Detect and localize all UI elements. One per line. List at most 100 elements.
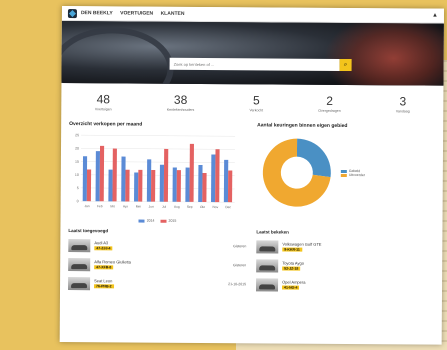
bar-2014-Aug — [172, 167, 177, 202]
bar-2014-Jan — [82, 156, 88, 202]
stats-row: 48 Voertuigen 38 Kentekenhouders 5 Verko… — [61, 83, 443, 118]
search-bar: ⌕ — [169, 57, 352, 72]
list-item[interactable]: Seat Leon 76-PHB-2 21-10-2015 — [68, 275, 246, 292]
x-tick-label: Nov — [213, 205, 219, 209]
bar-chart-panel: Overzicht verkopen per maand 0 5 10 15 20 25 J… — [68, 121, 247, 223]
x-tick-label: Mrt — [110, 204, 115, 208]
stat-label: Overgedragen — [318, 108, 341, 113]
car-name: Toyota Aygo — [282, 260, 304, 266]
stat-label: Verkocht — [249, 108, 264, 113]
pie-legend-item: Uitvoerder — [340, 173, 365, 177]
stat-label: Vandaag — [395, 109, 410, 114]
item-date: 21-10-2015 — [228, 282, 247, 287]
list-item[interactable]: Alfa Romeo Giulietta 47-XFB-8 Gisteren — [68, 256, 246, 273]
y-tick-label: 5 — [77, 186, 79, 190]
list-title: Laatst bekeken — [256, 229, 289, 235]
car-name: Audi A3 — [94, 240, 109, 246]
stat-verkocht: 5 Verkocht — [249, 93, 264, 113]
nav-item-klanten[interactable]: KLANTEN — [161, 11, 185, 17]
list-item[interactable]: Toyota Aygo 52-JZ-18 — [256, 257, 434, 274]
stat-overgedragen: 2 Overgedragen — [318, 94, 341, 113]
bar-2015-Dec — [227, 170, 233, 203]
bar-2015-Mei — [138, 169, 143, 202]
car-thumbnail — [256, 258, 279, 273]
x-tick-label: Aug — [174, 205, 180, 209]
recent-viewed-list: Laatst bekeken Volkswagen Golf GTE 9-KKR-… — [256, 229, 434, 296]
nav-item-den-beekly[interactable]: DEN BEEKLY — [81, 10, 113, 16]
bar-2015-Jul — [163, 148, 169, 202]
bar-2014-Jul — [159, 164, 165, 202]
nav-item-voertuigen[interactable]: VOERTUIGEN — [120, 10, 153, 16]
bar-2014-Dec — [223, 159, 229, 203]
x-tick-label: Jan — [84, 204, 89, 208]
legend-item-2014: 2014 — [138, 219, 155, 223]
pie-chart-title: Aantal keuringen binnen eigen gebied — [257, 122, 348, 129]
bar-2014-Mrt — [108, 169, 113, 202]
car-name: Opel Ampera — [282, 279, 306, 285]
pie-slice-gebeld — [296, 138, 331, 178]
bar-2014-Okt — [198, 164, 203, 202]
x-tick-label: Jul — [162, 205, 166, 209]
bar-2015-Feb — [99, 145, 105, 202]
user-icon[interactable]: ▲ — [432, 13, 438, 19]
car-name: Volkswagen Golf GTE — [282, 241, 322, 247]
stat-value: 5 — [252, 93, 260, 108]
car-thumbnail — [68, 276, 91, 290]
stat-value: 3 — [399, 94, 407, 109]
bar-2015-Mrt — [112, 148, 117, 202]
list-item[interactable]: Audi A3 47-ZJJ-4 Gisteren — [68, 237, 246, 254]
bar-2015-Jun — [150, 169, 156, 202]
bar-2015-Okt — [202, 172, 207, 203]
x-tick-label: Dec — [225, 205, 231, 209]
x-tick-label: Sep — [187, 205, 193, 209]
stat-kentekenhouders: 38 Kentekenhouders — [166, 92, 195, 112]
bar-chart: 0 5 10 15 20 25 Jan Feb Mrt Apr Mei Jun Jul Aug Sep Okt… — [75, 133, 236, 209]
y-tick-label: 15 — [75, 160, 79, 164]
y-tick-label: 0 — [77, 199, 79, 203]
lists-row: Laatst toegevoegd Audi A3 47-ZJJ-4 Gister… — [60, 222, 442, 297]
bar-2014-Jun — [146, 159, 152, 202]
list-item[interactable]: Opel Ampera 41-NG-4 — [256, 276, 434, 293]
gridline — [81, 134, 236, 137]
bar-2014-Apr — [121, 156, 126, 202]
bar-2014-Sep — [185, 167, 190, 202]
pie-legend: Gebeld Uitvoerder — [340, 169, 365, 177]
license-plate: 9-KKR-11 — [282, 247, 302, 252]
list-item[interactable]: Volkswagen Golf GTE 9-KKR-11 — [256, 238, 434, 255]
license-plate: 76-PHB-2 — [94, 284, 114, 289]
stat-vandaag: 3 Vandaag — [395, 94, 410, 114]
stat-label: Voertuigen — [94, 107, 112, 112]
bar-2015-Sep — [189, 143, 194, 202]
x-tick-label: Jun — [149, 205, 154, 209]
list-title: Laatst toegevoegd — [68, 228, 109, 234]
search-icon: ⌕ — [343, 61, 348, 68]
bar-2015-Nov — [215, 149, 220, 203]
recent-added-list: Laatst toegevoegd Audi A3 47-ZJJ-4 Gister… — [68, 228, 246, 295]
y-tick-label: 20 — [75, 146, 79, 150]
bar-2015-Apr — [125, 169, 130, 202]
license-plate: 41-NG-4 — [282, 285, 300, 290]
x-tick-label: Okt — [200, 205, 205, 209]
legend-item-2015: 2015 — [160, 219, 176, 223]
car-thumbnail — [68, 257, 91, 271]
main-nav: DEN BEEKLY VOERTUIGEN KLANTEN — [81, 10, 191, 17]
bar-2014-Feb — [95, 151, 100, 202]
pie-chart-panel: Aantal keuringen binnen eigen gebied Geb… — [256, 122, 435, 224]
y-tick-label: 25 — [75, 133, 79, 137]
license-plate: 47-ZJJ-4 — [94, 246, 113, 251]
search-button[interactable]: ⌕ — [339, 58, 352, 72]
app-screen: DEN BEEKLY VOERTUIGEN KLANTEN ▲ ⌕ 48 Voe… — [59, 6, 444, 345]
stat-label: Kentekenhouders — [166, 107, 195, 112]
charts-row: Overzicht verkopen per maand 0 5 10 15 20 25 J… — [60, 115, 443, 225]
x-tick-label: Apr — [123, 204, 129, 208]
license-plate: 52-JZ-18 — [282, 266, 301, 271]
stat-value: 38 — [173, 92, 188, 107]
search-input[interactable] — [169, 57, 340, 71]
y-tick-label: 10 — [75, 173, 79, 177]
car-thumbnail — [256, 239, 279, 254]
bar-2014-Mei — [134, 172, 139, 202]
bar-chart-title: Overzicht verkopen per maand — [69, 121, 143, 128]
pie-chart — [262, 138, 331, 207]
hero-banner: ⌕ — [61, 20, 444, 86]
car-thumbnail — [256, 277, 279, 292]
